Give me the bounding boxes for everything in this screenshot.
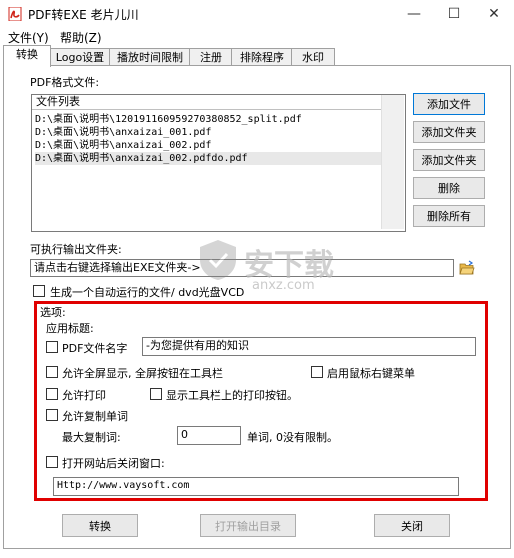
pdf-filename-field[interactable]: -为您提供有用的知识 xyxy=(142,337,476,356)
open-site-label: 打开网站后关闭窗口: xyxy=(62,457,165,470)
pdf-files-label: PDF格式文件: xyxy=(30,76,100,89)
options-group-label: 选项: xyxy=(40,306,66,319)
file-list-item[interactable]: D:\桌面\说明书\120191160959270380852_split.pd… xyxy=(35,113,381,126)
delete-button[interactable]: 删除 xyxy=(413,177,485,199)
window-title: PDF转EXE 老片儿川 xyxy=(28,8,139,22)
pdf-app-icon xyxy=(8,7,22,21)
file-list-item[interactable]: D:\桌面\说明书\anxaizai_002.pdf xyxy=(35,139,381,152)
output-folder-field[interactable]: 请点击右键选择输出EXE文件夹-> xyxy=(30,259,454,277)
convert-button[interactable]: 转换 xyxy=(62,514,138,537)
folder-open-icon[interactable] xyxy=(459,260,475,276)
tab-logo[interactable]: Logo设置 xyxy=(49,48,111,66)
tab-time-limit[interactable]: 播放时间限制 xyxy=(109,48,191,66)
show-print-button-checkbox[interactable] xyxy=(150,388,162,400)
close-window-button[interactable]: ✕ xyxy=(474,0,514,28)
add-folder-button[interactable]: 添加文件夹 xyxy=(413,121,485,143)
delete-all-button[interactable]: 删除所有 xyxy=(413,205,485,227)
shield-icon xyxy=(200,240,236,280)
add-folder-button-2[interactable]: 添加文件夹 xyxy=(413,149,485,171)
menu-help[interactable]: 帮助(Z) xyxy=(60,29,102,46)
file-list-item[interactable]: D:\桌面\说明书\anxaizai_002.pdfdo.pdf xyxy=(35,152,381,165)
open-output-dir-button[interactable]: 打开输出目录 xyxy=(200,514,296,537)
show-print-button-label: 显示工具栏上的打印按钮。 xyxy=(166,389,298,402)
pdf-filename-checkbox[interactable] xyxy=(46,341,58,353)
max-copy-label: 最大复制词: xyxy=(62,431,121,444)
allow-print-label: 允许打印 xyxy=(62,389,106,402)
maximize-button[interactable]: ☐ xyxy=(434,0,474,28)
tab-convert[interactable]: 转换 xyxy=(3,45,51,67)
allow-print-checkbox[interactable] xyxy=(46,388,58,400)
max-copy-suffix: 单词, 0没有限制。 xyxy=(247,431,338,444)
file-list-scrollbar[interactable] xyxy=(381,95,404,229)
pdf-filename-label: PDF文件名字 xyxy=(62,342,128,355)
fullscreen-checkbox[interactable] xyxy=(46,366,58,378)
menu-file[interactable]: 文件(Y) xyxy=(8,29,49,46)
output-folder-label: 可执行输出文件夹: xyxy=(30,243,122,256)
site-url-field[interactable]: Http://www.vaysoft.com xyxy=(53,477,459,496)
minimize-button[interactable]: — xyxy=(394,0,434,28)
right-click-menu-label: 启用鼠标右键菜单 xyxy=(327,367,415,380)
watermark-domain: anxz.com xyxy=(252,278,315,293)
right-click-menu-checkbox[interactable] xyxy=(311,366,323,378)
app-title-label: 应用标题: xyxy=(46,322,94,335)
open-site-checkbox[interactable] xyxy=(46,456,58,468)
tab-watermark[interactable]: 水印 xyxy=(291,48,335,66)
fullscreen-label: 允许全屏显示, 全屏按钮在工具栏 xyxy=(62,367,223,380)
tab-register[interactable]: 注册 xyxy=(189,48,233,66)
autorun-label: 生成一个自动运行的文件/ dvd光盘VCD xyxy=(50,286,245,299)
tab-exclude[interactable]: 排除程序 xyxy=(231,48,293,66)
add-file-button[interactable]: 添加文件 xyxy=(413,93,485,115)
file-list-header[interactable]: 文件列表 xyxy=(32,95,385,110)
close-button[interactable]: 关闭 xyxy=(374,514,450,537)
autorun-checkbox[interactable] xyxy=(33,285,45,297)
max-copy-field[interactable]: 0 xyxy=(177,426,241,445)
allow-copy-label: 允许复制单词 xyxy=(62,410,128,423)
allow-copy-checkbox[interactable] xyxy=(46,409,58,421)
file-list-item[interactable]: D:\桌面\说明书\anxaizai_001.pdf xyxy=(35,126,381,139)
